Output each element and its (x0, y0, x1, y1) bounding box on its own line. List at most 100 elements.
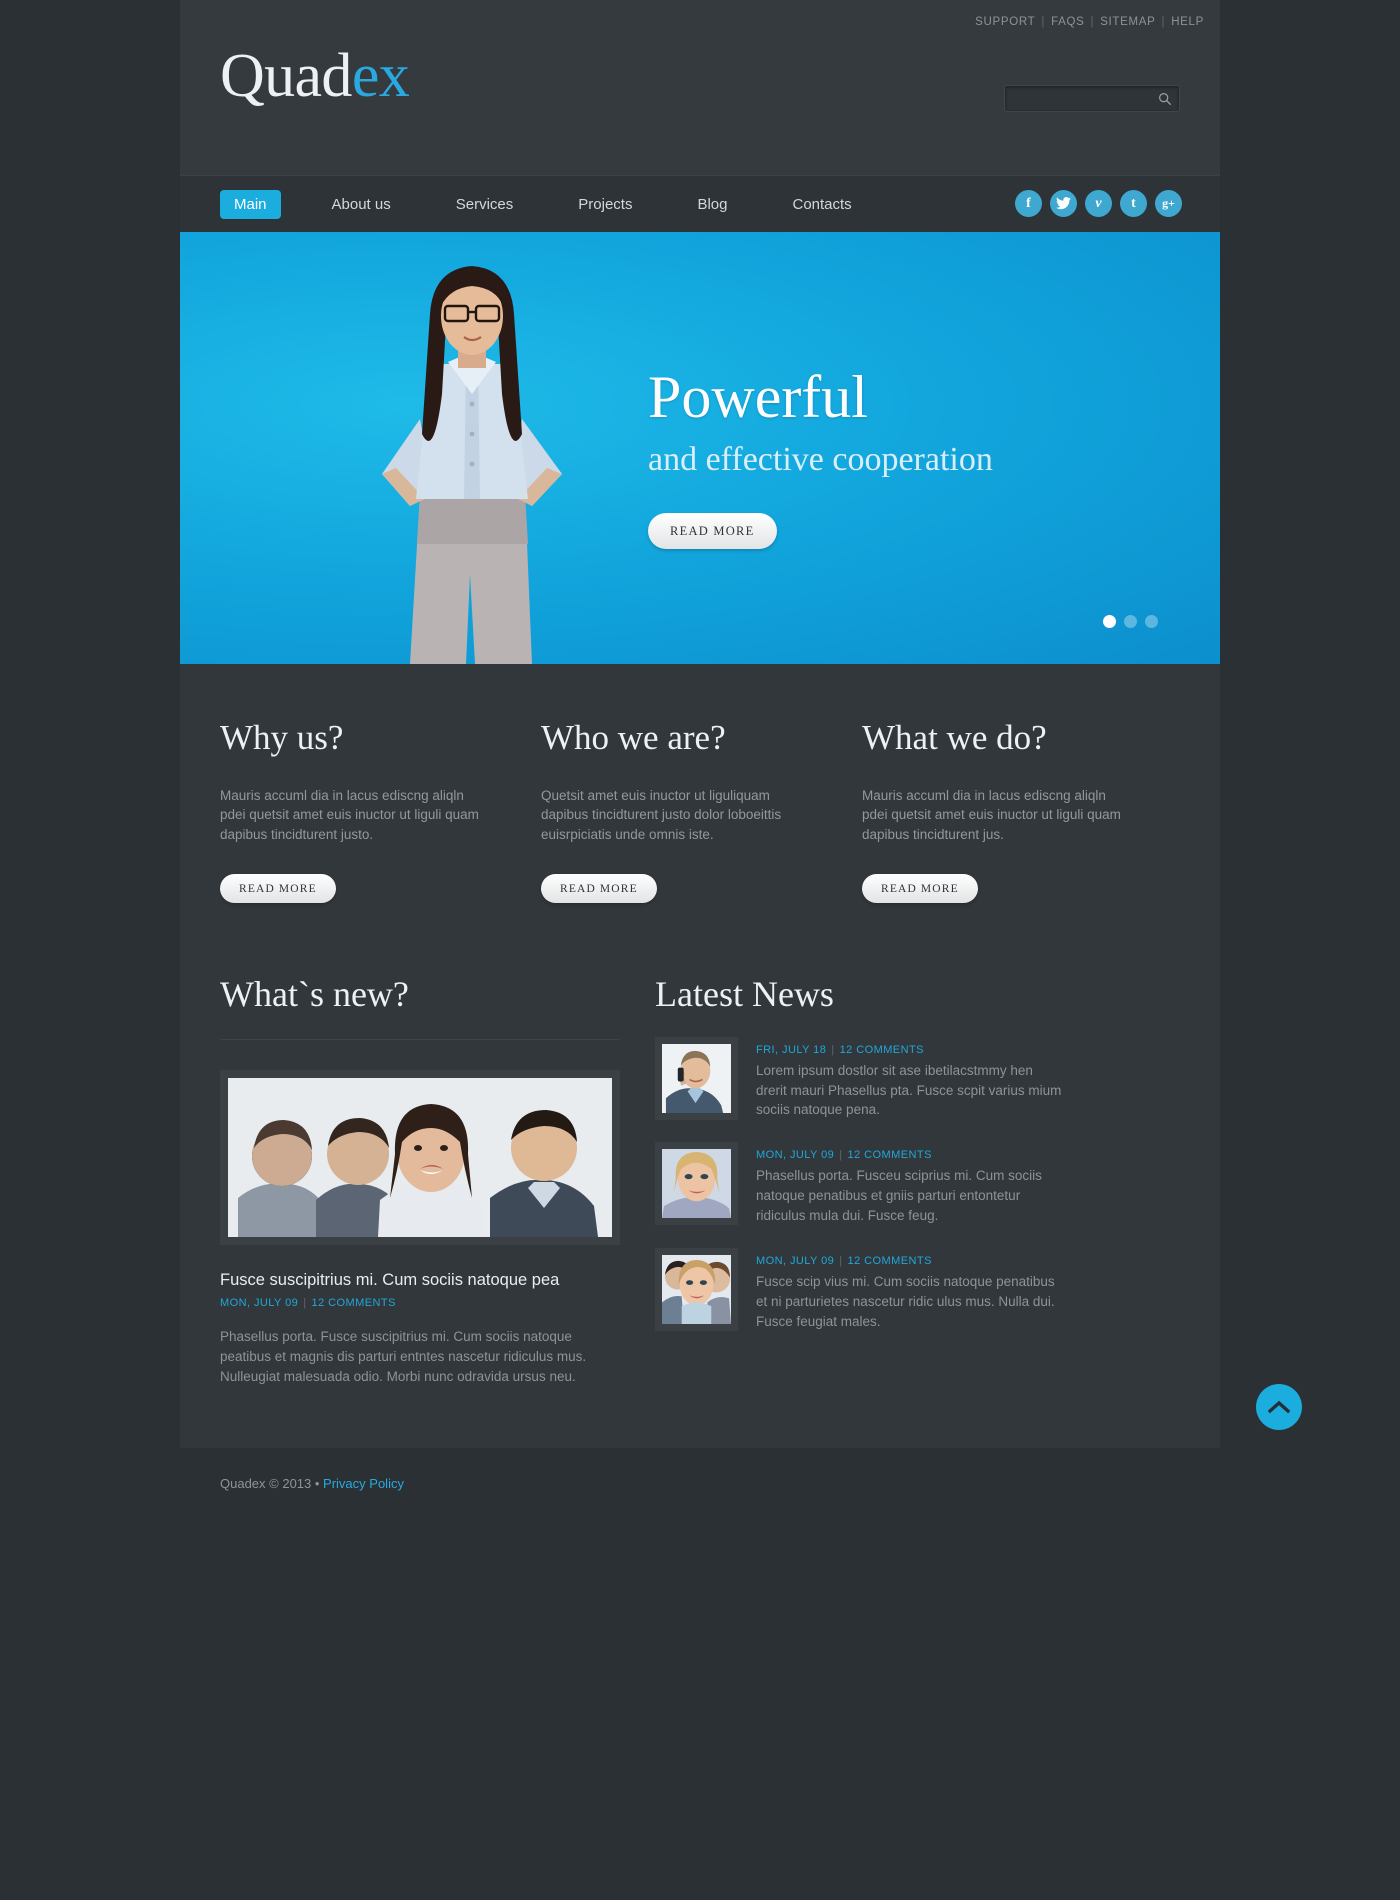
site-footer: Quadex © 2013 • Privacy Policy (180, 1448, 1220, 1491)
main-content: Why us? Mauris accuml dia in lacus edisc… (180, 664, 1302, 1448)
logo-text-primary: Quad (220, 42, 352, 110)
business-women-photo (662, 1254, 731, 1324)
nav-item-projects[interactable]: Projects (564, 190, 646, 219)
slider-dot-2[interactable] (1124, 615, 1137, 628)
top-link-support[interactable]: SUPPORT (975, 16, 1035, 28)
meta-separator: | (303, 1296, 307, 1309)
news-text: FRI, JULY 18 | 12 COMMENTS Lorem ipsum dos… (756, 1037, 1065, 1121)
feature-text: Quetsit amet euis inuctor ut liguliquam … (541, 787, 782, 842)
news-thumb-frame (655, 1142, 738, 1226)
back-to-top-button[interactable] (1256, 1383, 1302, 1430)
vimeo-icon[interactable]: v (1085, 190, 1112, 217)
news-thumb-frame (655, 1247, 738, 1331)
slider-dot-1[interactable] (1103, 615, 1116, 628)
post-comments[interactable]: 12 COMMENTS (312, 1297, 396, 1309)
site-header: SUPPORT | FAQS | SITEMAP | HELP Quadex (180, 0, 1220, 175)
site-logo[interactable]: Quadex (220, 42, 410, 110)
logo-text-accent: ex (351, 42, 410, 110)
news-photo-2 (662, 1149, 731, 1219)
slider-pagination (1103, 615, 1158, 628)
feature-text: Mauris accuml dia in lacus ediscng aliql… (220, 787, 479, 842)
slider-dot-3[interactable] (1145, 615, 1158, 628)
whats-new-body: Phasellus porta. Fusce suscipitrius mi. … (220, 1328, 587, 1385)
feature-columns: Why us? Mauris accuml dia in lacus edisc… (220, 718, 1180, 904)
group-photo (228, 1077, 612, 1237)
tumblr-icon[interactable]: t (1120, 190, 1147, 217)
hero-cta-wrap: READ MORE (648, 513, 993, 549)
feature-text: Mauris accuml dia in lacus ediscng aliql… (862, 787, 1121, 842)
news-comments[interactable]: 12 COMMENTS (848, 1149, 932, 1161)
news-date: MON, JULY 09 (756, 1254, 835, 1267)
news-meta: MON, JULY 09 | 12 COMMENTS (756, 1255, 1065, 1267)
news-thumb-frame (655, 1036, 738, 1120)
search-icon[interactable] (1158, 92, 1172, 106)
top-link-help[interactable]: HELP (1171, 16, 1204, 28)
hero-headline: Powerful (648, 364, 868, 430)
feature-title: Who we are? (541, 718, 726, 757)
man-on-phone-photo (662, 1043, 731, 1113)
main-menu: Main About us Services Projects Blog Con… (220, 176, 903, 233)
meta-separator: | (839, 1254, 843, 1267)
lower-sections: What`s new? Fusce suscipitrius mi. Cum s… (220, 975, 1180, 1387)
hero-subheadline: and effective cooperation (648, 441, 993, 478)
hero-text: Powerful and effective cooperation READ … (648, 367, 993, 549)
news-body: Fusce scip vius mi. Cum sociis natoque p… (756, 1273, 1055, 1329)
news-body: Phasellus porta. Fusceu sciprius mi. Cum… (756, 1168, 1042, 1223)
whats-new-image-frame (220, 1069, 620, 1245)
post-date: MON, JULY 09 (220, 1296, 299, 1309)
news-date: FRI, JULY 18 (756, 1043, 827, 1056)
googleplus-icon[interactable]: g+ (1155, 190, 1182, 217)
whats-new-section: What`s new? Fusce suscipitrius mi. Cum s… (220, 975, 620, 1387)
meta-separator: | (831, 1043, 835, 1056)
hero-model-photo (382, 266, 562, 664)
top-link-sitemap[interactable]: SITEMAP (1100, 16, 1155, 28)
news-body: Lorem ipsum dostlor sit ase ibetilacstmm… (756, 1062, 1062, 1118)
news-comments[interactable]: 12 COMMENTS (840, 1044, 924, 1056)
latest-news-heading: Latest News (655, 974, 834, 1015)
feature-read-more-button[interactable]: READ MORE (862, 874, 978, 904)
whats-new-post-title[interactable]: Fusce suscipitrius mi. Cum sociis natoqu… (220, 1271, 620, 1290)
twitter-icon[interactable] (1050, 190, 1077, 217)
feature-title: Why us? (220, 718, 344, 757)
top-link-faqs[interactable]: FAQS (1051, 16, 1084, 28)
nav-item-blog[interactable]: Blog (683, 190, 741, 219)
hero-slider: Powerful and effective cooperation READ … (180, 232, 1220, 664)
feature-column-who-we-are: Who we are? Quetsit amet euis inuctor ut… (541, 718, 807, 904)
list-item: MON, JULY 09 | 12 COMMENTS Fusce scip vius… (655, 1247, 1065, 1332)
top-link-separator: | (1090, 16, 1095, 28)
news-photo-1 (662, 1043, 731, 1113)
news-date: MON, JULY 09 (756, 1149, 835, 1162)
nav-item-contacts[interactable]: Contacts (778, 190, 865, 219)
list-item: MON, JULY 09 | 12 COMMENTS Phasellus porta… (655, 1142, 1065, 1226)
section-divider (220, 1038, 620, 1040)
footer-copyright-row: Quadex © 2013 • Privacy Policy (220, 1476, 1180, 1491)
page-root: SUPPORT | FAQS | SITEMAP | HELP Quadex Main Ab… (0, 0, 1400, 1900)
nav-item-main[interactable]: Main (220, 190, 281, 219)
nav-item-about-us[interactable]: About us (318, 190, 405, 219)
facebook-icon[interactable]: f (1015, 190, 1042, 217)
whats-new-meta: MON, JULY 09 | 12 COMMENTS (220, 1297, 620, 1309)
feature-title: What we do? (862, 718, 1047, 757)
top-link-separator: | (1041, 16, 1046, 28)
social-links: f v t g+ (1015, 190, 1182, 217)
latest-news-section: Latest News FRI, JULY 18 | 12 COMMENTS L… (655, 975, 1065, 1387)
privacy-policy-link[interactable]: Privacy Policy (323, 1476, 404, 1491)
whats-new-photo (228, 1077, 612, 1237)
copyright-text: Quadex © 2013 • (220, 1475, 320, 1491)
news-comments[interactable]: 12 COMMENTS (848, 1255, 932, 1267)
feature-read-more-button[interactable]: READ MORE (541, 874, 657, 904)
news-meta: MON, JULY 09 | 12 COMMENTS (756, 1149, 1065, 1161)
feature-read-more-button[interactable]: READ MORE (220, 874, 336, 904)
meta-separator: | (839, 1149, 843, 1162)
top-link-separator: | (1161, 16, 1166, 28)
news-meta: FRI, JULY 18 | 12 COMMENTS (756, 1044, 1065, 1056)
search-box[interactable] (1004, 85, 1180, 112)
nav-item-services[interactable]: Services (442, 190, 528, 219)
whats-new-heading: What`s new? (220, 974, 409, 1015)
utility-nav: SUPPORT | FAQS | SITEMAP | HELP (975, 16, 1204, 28)
hero-read-more-button[interactable]: READ MORE (648, 513, 777, 549)
search-input[interactable] (1013, 86, 1153, 111)
blonde-woman-photo (662, 1149, 731, 1219)
news-text: MON, JULY 09 | 12 COMMENTS Phasellus porta… (756, 1142, 1065, 1226)
list-item: FRI, JULY 18 | 12 COMMENTS Lorem ipsum dos… (655, 1036, 1065, 1121)
